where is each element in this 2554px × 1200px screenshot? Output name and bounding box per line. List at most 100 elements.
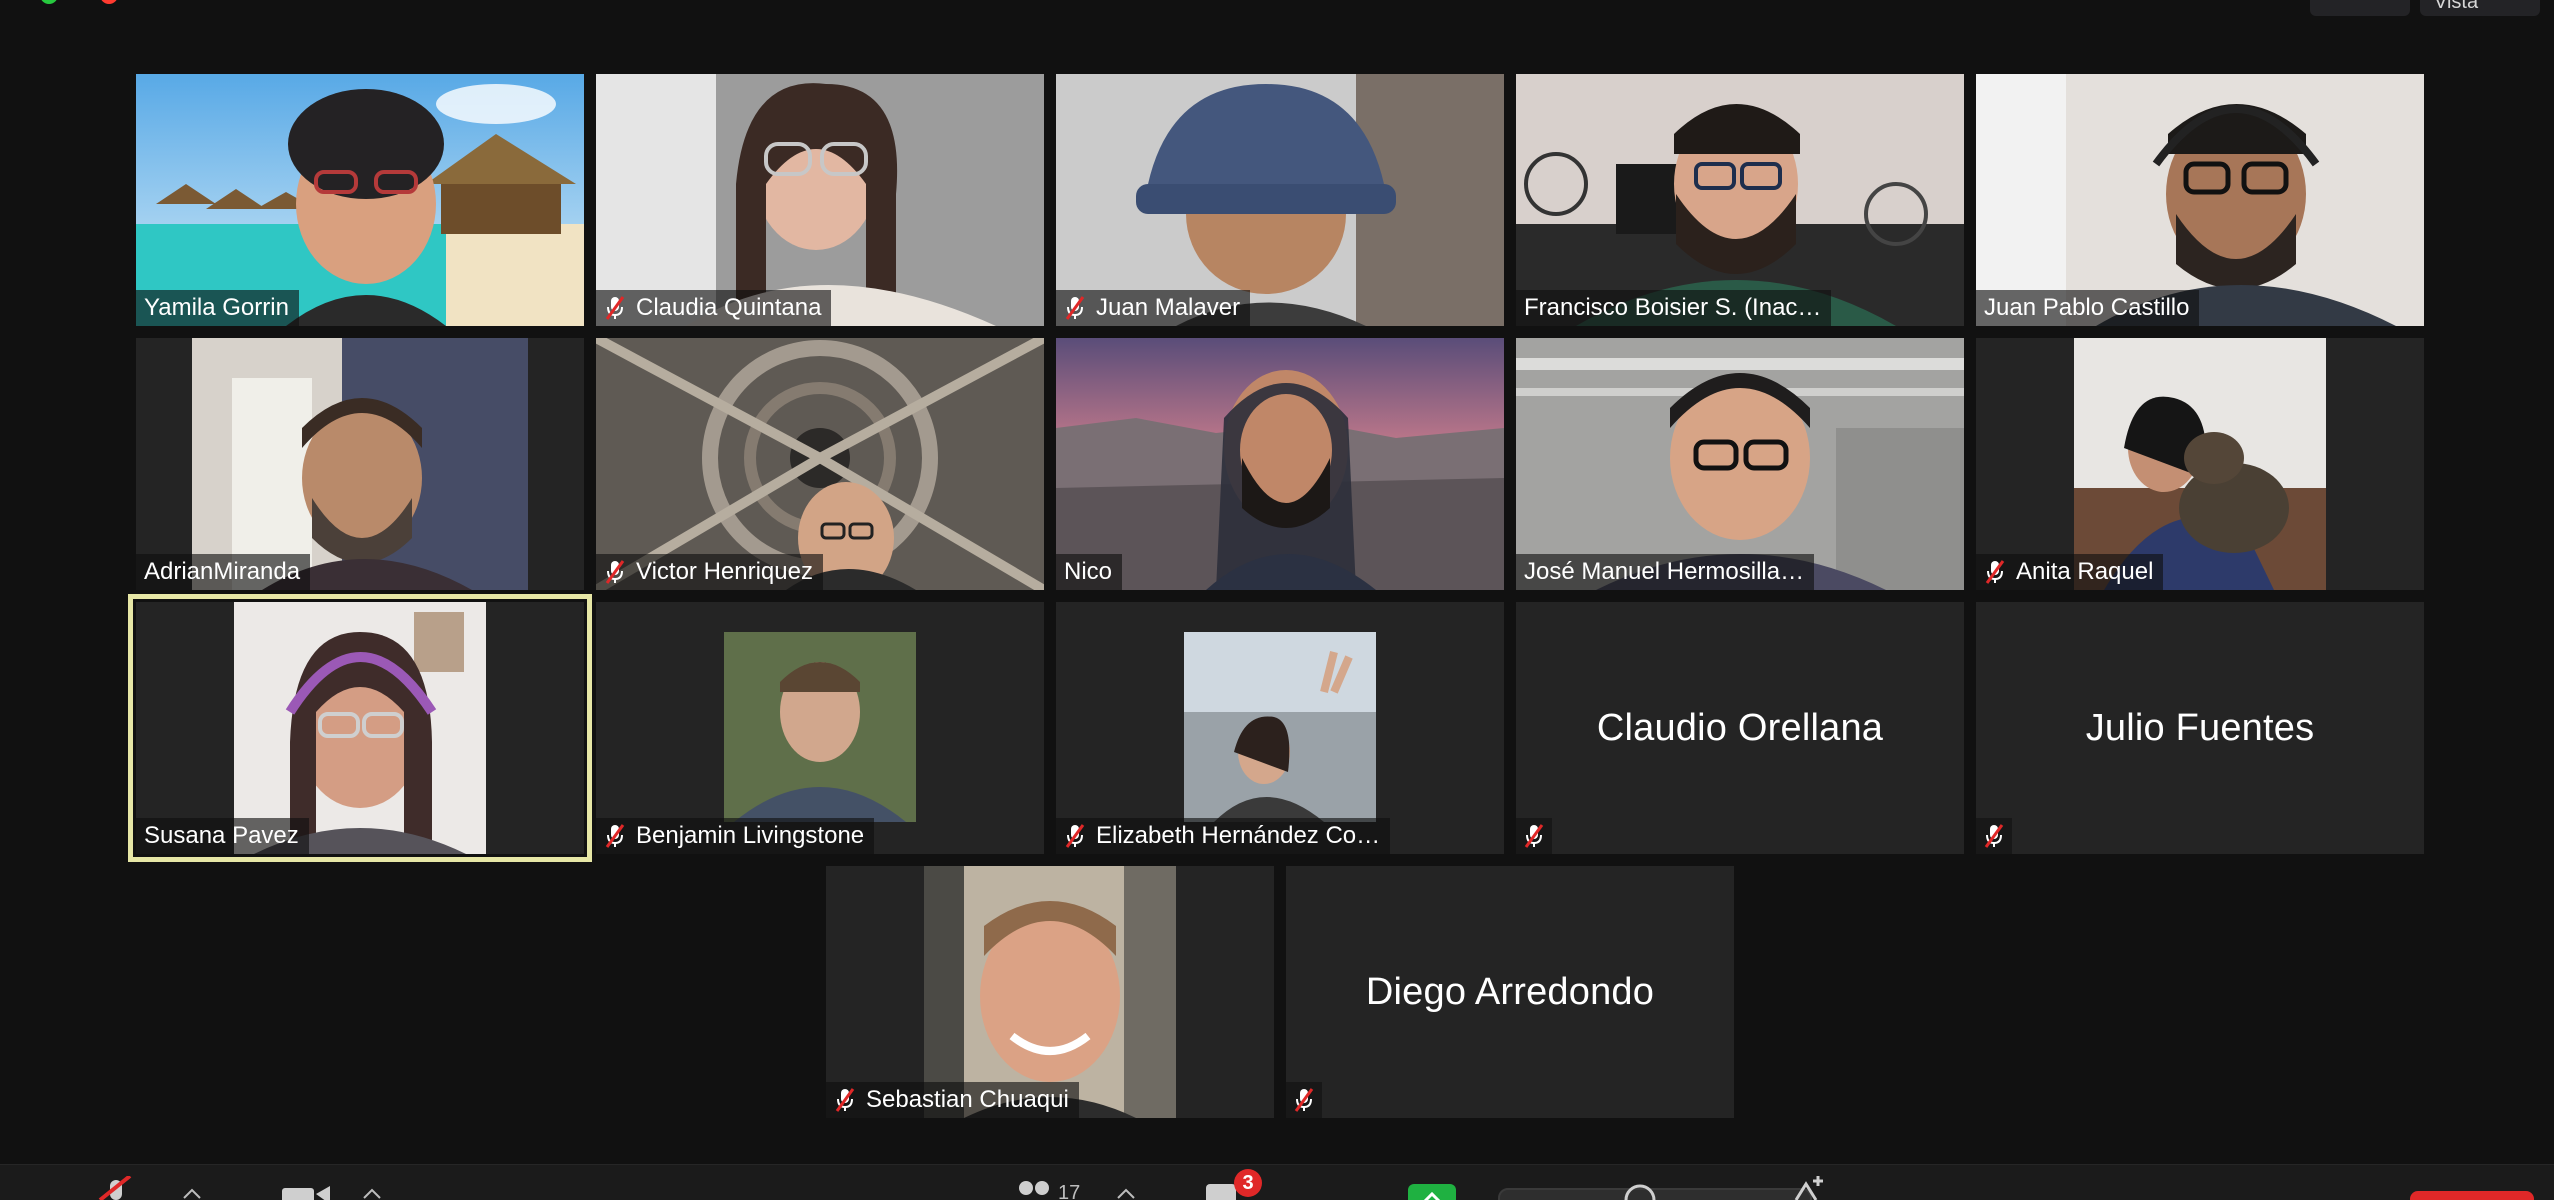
- mic-muted-icon: [1983, 823, 2005, 849]
- video-feed: [234, 602, 486, 854]
- video-frame: [924, 866, 1176, 1118]
- video-feed: [596, 338, 1044, 590]
- participant-name-tag: Francisco Boisier S. (Inac…: [1516, 290, 1832, 326]
- participant-tile[interactable]: Sebastian Chuaqui: [826, 866, 1274, 1118]
- video-frame: [192, 338, 528, 590]
- video-feed: [1976, 74, 2424, 326]
- participant-tile[interactable]: Benjamin Livingstone: [596, 602, 1044, 854]
- participant-name: Elizabeth Hernández Co…: [1096, 822, 1381, 849]
- chat-unread-badge: 3: [1234, 1169, 1262, 1197]
- participant-name-tag: Victor Henriquez: [596, 554, 823, 590]
- video-feed: [596, 74, 1044, 326]
- share-screen-icon: [1423, 1191, 1441, 1200]
- participant-name-tag: AdrianMiranda: [136, 554, 311, 590]
- participants-chevron-icon[interactable]: [1116, 1188, 1136, 1200]
- video-frame: [1056, 338, 1504, 590]
- participant-tile[interactable]: José Manuel Hermosilla…: [1516, 338, 1964, 590]
- participant-tile[interactable]: Anita Raquel: [1976, 338, 2424, 590]
- mic-muted-icon: [604, 295, 626, 321]
- view-button[interactable]: Vista: [2420, 0, 2540, 16]
- meeting-toolbar: [0, 1164, 2554, 1200]
- participant-name: Juan Malaver: [1096, 294, 1241, 321]
- participant-name-tag: Juan Pablo Castillo: [1976, 290, 2200, 326]
- mute-indicator: [1976, 818, 2012, 854]
- participant-name-tag: Anita Raquel: [1976, 554, 2164, 590]
- avatar: [724, 632, 916, 822]
- video-frame: [234, 602, 486, 854]
- participant-tile[interactable]: Claudio Orellana: [1516, 602, 1964, 854]
- participant-name-tag: Claudia Quintana: [596, 290, 832, 326]
- participants-icon[interactable]: [1012, 1180, 1056, 1200]
- participant-name: Francisco Boisier S. (Inac…: [1524, 294, 1822, 321]
- mic-muted-icon: [604, 559, 626, 585]
- participant-name: Victor Henriquez: [636, 558, 813, 585]
- participant-name: José Manuel Hermosilla…: [1524, 558, 1805, 585]
- participant-name: Juan Pablo Castillo: [1984, 294, 2190, 321]
- video-feed: [192, 338, 528, 590]
- mute-options-chevron-icon[interactable]: [182, 1188, 202, 1200]
- meeting-window: Vista Yamila Gorrin Claudia Quintana Jua…: [0, 0, 2554, 1200]
- mic-muted-icon: [1064, 823, 1086, 849]
- share-screen-button[interactable]: [1408, 1184, 1456, 1200]
- participant-name-tag: José Manuel Hermosilla…: [1516, 554, 1815, 590]
- profile-picture: [724, 632, 916, 822]
- participant-name-tag: Sebastian Chuaqui: [826, 1082, 1079, 1118]
- video-feed: [1056, 74, 1504, 326]
- mic-muted-icon: [1523, 823, 1545, 849]
- participant-name: Yamila Gorrin: [144, 294, 289, 321]
- window-zoom-control[interactable]: [40, 0, 58, 4]
- participant-name: AdrianMiranda: [144, 558, 301, 585]
- participant-tile[interactable]: Nico: [1056, 338, 1504, 590]
- beach-background: [136, 74, 584, 326]
- participant-tile[interactable]: Francisco Boisier S. (Inac…: [1516, 74, 1964, 326]
- participant-tile[interactable]: Victor Henriquez: [596, 338, 1044, 590]
- mic-muted-icon: [834, 1087, 856, 1113]
- video-options-chevron-icon[interactable]: [362, 1188, 382, 1200]
- participant-name: Nico: [1064, 558, 1113, 585]
- participant-tile[interactable]: AdrianMiranda: [136, 338, 584, 590]
- reactions-icon[interactable]: [1620, 1182, 1660, 1200]
- apps-icon[interactable]: [1788, 1174, 1828, 1200]
- participant-name-tag: Benjamin Livingstone: [596, 818, 875, 854]
- participant-tile[interactable]: Claudia Quintana: [596, 74, 1044, 326]
- video-icon[interactable]: [280, 1184, 332, 1200]
- participants-count: 17: [1058, 1182, 1081, 1200]
- mic-muted-icon: [604, 823, 626, 849]
- video-feed: [924, 866, 1176, 1118]
- mute-indicator: [1286, 1082, 1322, 1118]
- video-feed: [1516, 74, 1964, 326]
- video-feed: [136, 74, 584, 326]
- participant-tile[interactable]: Elizabeth Hernández Co…: [1056, 602, 1504, 854]
- video-feed: [2074, 338, 2326, 590]
- participant-display-name: Julio Fuentes: [2085, 706, 2315, 749]
- end-meeting-button[interactable]: [2410, 1191, 2534, 1200]
- mute-icon[interactable]: [96, 1176, 136, 1200]
- participant-tile[interactable]: Diego Arredondo: [1286, 866, 1734, 1118]
- video-frame: [2074, 338, 2326, 590]
- video-frame: [1516, 338, 1964, 590]
- mute-indicator: [1516, 818, 1552, 854]
- participant-name: Benjamin Livingstone: [636, 822, 865, 849]
- participant-name-tag: Nico: [1056, 554, 1123, 590]
- participant-tile[interactable]: Juan Malaver: [1056, 74, 1504, 326]
- participant-name-tag: Yamila Gorrin: [136, 290, 299, 326]
- mic-muted-icon: [1984, 559, 2006, 585]
- video-feed: [1516, 338, 1964, 590]
- top-bar-button[interactable]: [2310, 0, 2410, 16]
- video-frame: [1056, 74, 1504, 326]
- video-frame: [596, 338, 1044, 590]
- participant-tile-active-speaker[interactable]: Susana Pavez: [128, 594, 592, 862]
- view-label: Vista: [2434, 0, 2479, 13]
- participant-name: Claudia Quintana: [636, 294, 822, 321]
- participant-name: Susana Pavez: [144, 822, 299, 849]
- video-feed: [1056, 338, 1504, 590]
- participant-display-name: Diego Arredondo: [1365, 970, 1655, 1013]
- participant-tile[interactable]: Yamila Gorrin: [136, 74, 584, 326]
- participant-name: Sebastian Chuaqui: [866, 1086, 1069, 1113]
- mic-muted-icon: [1293, 1087, 1315, 1113]
- participant-display-name: Claudio Orellana: [1596, 706, 1884, 749]
- video-frame: [1976, 74, 2424, 326]
- participant-tile[interactable]: Juan Pablo Castillo: [1976, 74, 2424, 326]
- participant-name-tag: Susana Pavez: [136, 818, 309, 854]
- participant-tile[interactable]: Julio Fuentes: [1976, 602, 2424, 854]
